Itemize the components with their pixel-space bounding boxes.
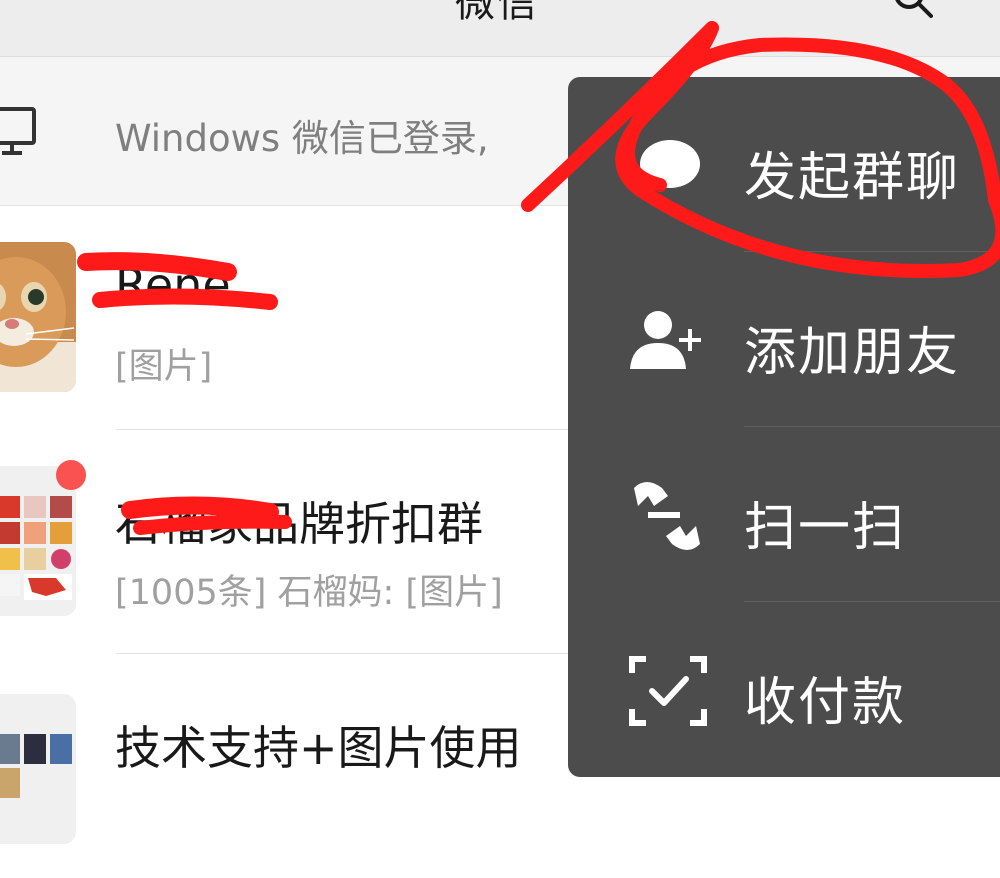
menu-item-payment[interactable]: 收付款	[568, 602, 1000, 777]
chat-bubble-icon	[638, 140, 700, 192]
menu-item-label: 扫一扫	[744, 498, 907, 558]
chat-name: Rene	[115, 258, 231, 312]
chat-preview: [图片]	[115, 347, 213, 387]
chat-name: 石榴家品牌折扣群	[115, 497, 483, 551]
menu-item-label: 添加朋友	[744, 323, 961, 383]
plus-menu: 发起群聊 添加朋友 扫一扫 收付款	[568, 77, 1000, 777]
avatar	[0, 694, 76, 844]
avatar	[0, 242, 76, 392]
chat-preview: [1005条] 石榴妈: [图片]	[115, 573, 503, 613]
menu-item-label: 收付款	[744, 673, 907, 733]
search-icon[interactable]	[893, 0, 933, 22]
top-bar: 微信	[0, 0, 1000, 57]
menu-item-add-friend[interactable]: 添加朋友	[568, 252, 1000, 427]
chat-name: 技术支持+图片使用	[115, 721, 522, 775]
payment-icon	[629, 656, 707, 726]
desktop-icon	[0, 107, 36, 155]
app-title: 微信	[455, 0, 539, 26]
login-status-text: Windows 微信已登录,	[115, 117, 489, 160]
scan-icon	[634, 482, 700, 550]
add-friend-icon	[630, 311, 701, 369]
unread-badge	[56, 460, 86, 490]
menu-item-scan[interactable]: 扫一扫	[568, 427, 1000, 602]
menu-item-start-group-chat[interactable]: 发起群聊	[568, 77, 1000, 252]
menu-item-label: 发起群聊	[744, 148, 961, 208]
